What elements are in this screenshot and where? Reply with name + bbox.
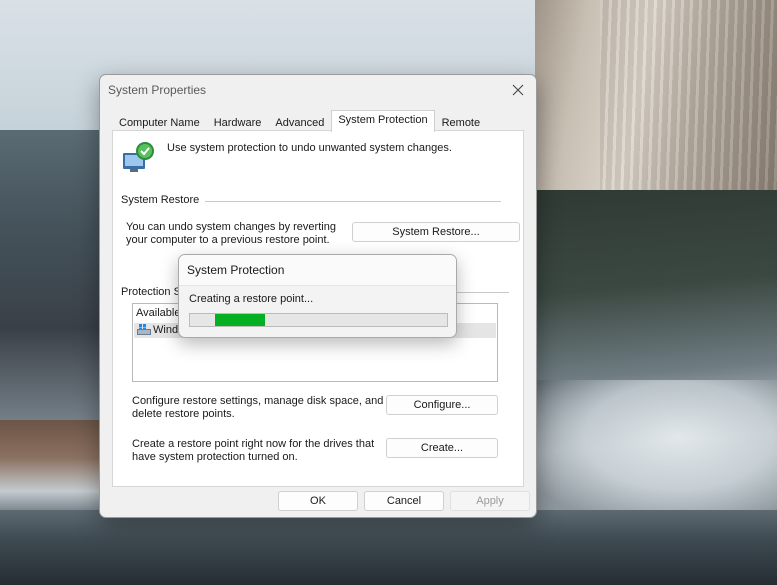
tab-advanced[interactable]: Advanced xyxy=(268,113,331,131)
protection-settings-divider xyxy=(453,292,509,293)
progress-dialog-titlebar[interactable]: System Protection xyxy=(179,255,456,286)
create-button[interactable]: Create... xyxy=(386,438,498,458)
system-restore-divider xyxy=(205,201,501,202)
wallpaper-snow xyxy=(530,380,777,520)
progress-bar-fill xyxy=(215,314,265,326)
system-protection-progress-dialog: System Protection Creating a restore poi… xyxy=(178,254,457,338)
configure-button[interactable]: Configure... xyxy=(386,395,498,415)
wallpaper-shore xyxy=(0,420,110,515)
wallpaper-lake xyxy=(0,510,777,585)
tab-remote[interactable]: Remote xyxy=(435,113,488,131)
system-restore-button[interactable]: System Restore... xyxy=(352,222,520,242)
tab-computer-name[interactable]: Computer Name xyxy=(112,113,207,131)
progress-bar xyxy=(189,313,448,327)
system-restore-description: You can undo system changes by reverting… xyxy=(126,221,336,246)
tab-system-protection[interactable]: System Protection xyxy=(331,110,435,132)
configure-description: Configure restore settings, manage disk … xyxy=(132,395,384,420)
close-icon xyxy=(512,84,524,96)
cancel-button[interactable]: Cancel xyxy=(364,491,444,511)
tab-hardware[interactable]: Hardware xyxy=(207,113,269,131)
dialog-title: System Properties xyxy=(108,83,207,97)
create-description: Create a restore point right now for the… xyxy=(132,438,375,463)
progress-message: Creating a restore point... xyxy=(189,293,314,305)
progress-dialog-title: System Protection xyxy=(187,263,285,277)
list-header-available: Available xyxy=(136,307,181,319)
apply-button[interactable]: Apply xyxy=(450,491,530,511)
drive-icon xyxy=(137,324,151,335)
system-restore-heading: System Restore xyxy=(121,194,206,206)
intro-text: Use system protection to undo unwanted s… xyxy=(167,142,452,154)
system-protection-icon xyxy=(123,142,154,172)
dialog-titlebar[interactable]: System Properties xyxy=(100,75,536,105)
close-button[interactable] xyxy=(504,79,532,101)
ok-button[interactable]: OK xyxy=(278,491,358,511)
tab-strip: Computer Name Hardware Advanced System P… xyxy=(112,110,488,132)
